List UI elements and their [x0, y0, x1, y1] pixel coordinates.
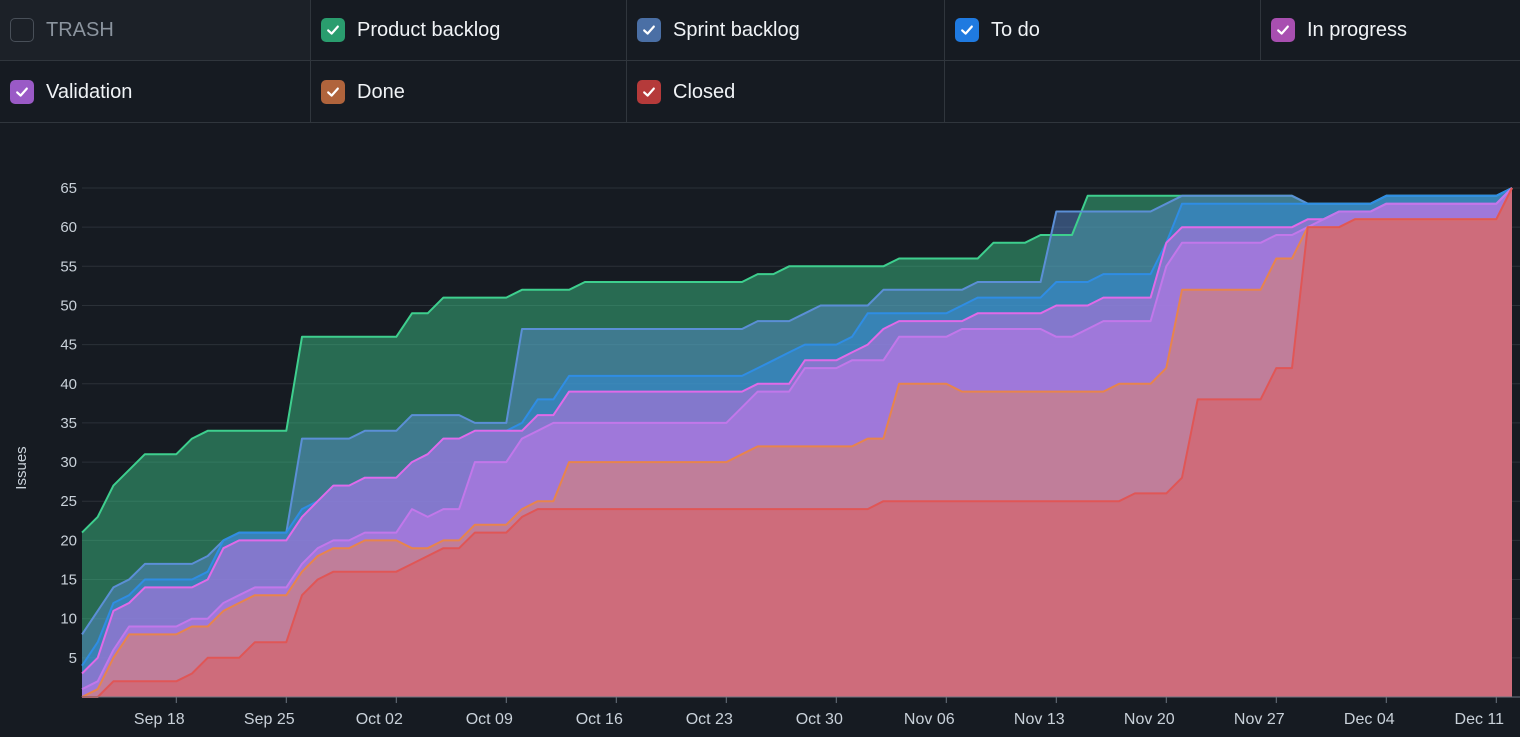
legend-item-closed[interactable]: Closed: [627, 61, 945, 123]
legend-label: Product backlog: [357, 18, 501, 41]
legend-label: Sprint backlog: [673, 18, 800, 41]
checkbox-checked-icon[interactable]: [10, 80, 34, 104]
y-tick-label: 50: [60, 297, 77, 314]
x-tick-label: Oct 16: [576, 711, 623, 728]
legend-item-trash[interactable]: TRASH: [0, 0, 311, 61]
checkbox-unchecked-icon[interactable]: [10, 18, 34, 42]
x-tick-label: Oct 09: [466, 711, 513, 728]
x-tick-label: Nov 20: [1124, 711, 1175, 728]
x-tick-label: Nov 13: [1014, 711, 1065, 728]
y-tick-label: 30: [60, 454, 77, 471]
x-tick-label: Dec 11: [1455, 711, 1505, 728]
legend-item-done[interactable]: Done: [311, 61, 627, 123]
checkbox-checked-icon[interactable]: [637, 18, 661, 42]
legend-label: Done: [357, 80, 405, 103]
checkbox-checked-icon[interactable]: [637, 80, 661, 104]
legend-empty-cell: [945, 61, 1520, 123]
y-tick-label: 65: [60, 180, 77, 197]
x-tick-label: Oct 02: [356, 711, 403, 728]
y-tick-label: 40: [60, 376, 77, 393]
y-tick-label: 5: [69, 650, 77, 667]
x-tick-label: Sep 25: [244, 711, 295, 728]
legend-label: To do: [991, 18, 1040, 41]
x-tick-label: Nov 06: [904, 711, 955, 728]
y-tick-label: 45: [60, 337, 77, 354]
x-tick-label: Nov 27: [1234, 711, 1285, 728]
y-tick-label: 60: [60, 219, 77, 236]
legend-item-sprint-backlog[interactable]: Sprint backlog: [627, 0, 945, 61]
checkbox-checked-icon[interactable]: [321, 18, 345, 42]
x-tick-label: Oct 23: [686, 711, 733, 728]
cumulative-flow-chart: 5 10 15 20 25 30 35 40 45 50 55 60 65 Sep 18 Sep 25 Oct…: [13, 180, 1520, 728]
legend-item-validation[interactable]: Validation: [0, 61, 311, 123]
y-tick-label: 55: [60, 258, 77, 275]
legend-label: TRASH: [46, 18, 114, 41]
checkbox-checked-icon[interactable]: [321, 80, 345, 104]
y-axis-label: Issues: [13, 446, 30, 489]
legend-label: In progress: [1307, 18, 1408, 41]
legend-item-in-progress[interactable]: In progress: [1261, 0, 1520, 61]
legend-label: Closed: [673, 80, 736, 103]
x-tick-label: Sep 18: [134, 711, 185, 728]
legend-item-to-do[interactable]: To do: [945, 0, 1261, 61]
status-legend: TRASH Product backlog Sprint backlog To …: [0, 0, 1520, 123]
legend-label: Validation: [46, 80, 133, 103]
y-tick-label: 10: [60, 611, 77, 628]
y-tick-label: 25: [60, 493, 77, 510]
x-tick-label: Dec 04: [1344, 711, 1395, 728]
legend-item-product-backlog[interactable]: Product backlog: [311, 0, 627, 61]
y-tick-label: 15: [60, 572, 77, 589]
x-tick-label: Oct 30: [796, 711, 843, 728]
checkbox-checked-icon[interactable]: [955, 18, 979, 42]
y-tick-label: 35: [60, 415, 77, 432]
checkbox-checked-icon[interactable]: [1271, 18, 1295, 42]
y-tick-label: 20: [60, 532, 77, 549]
